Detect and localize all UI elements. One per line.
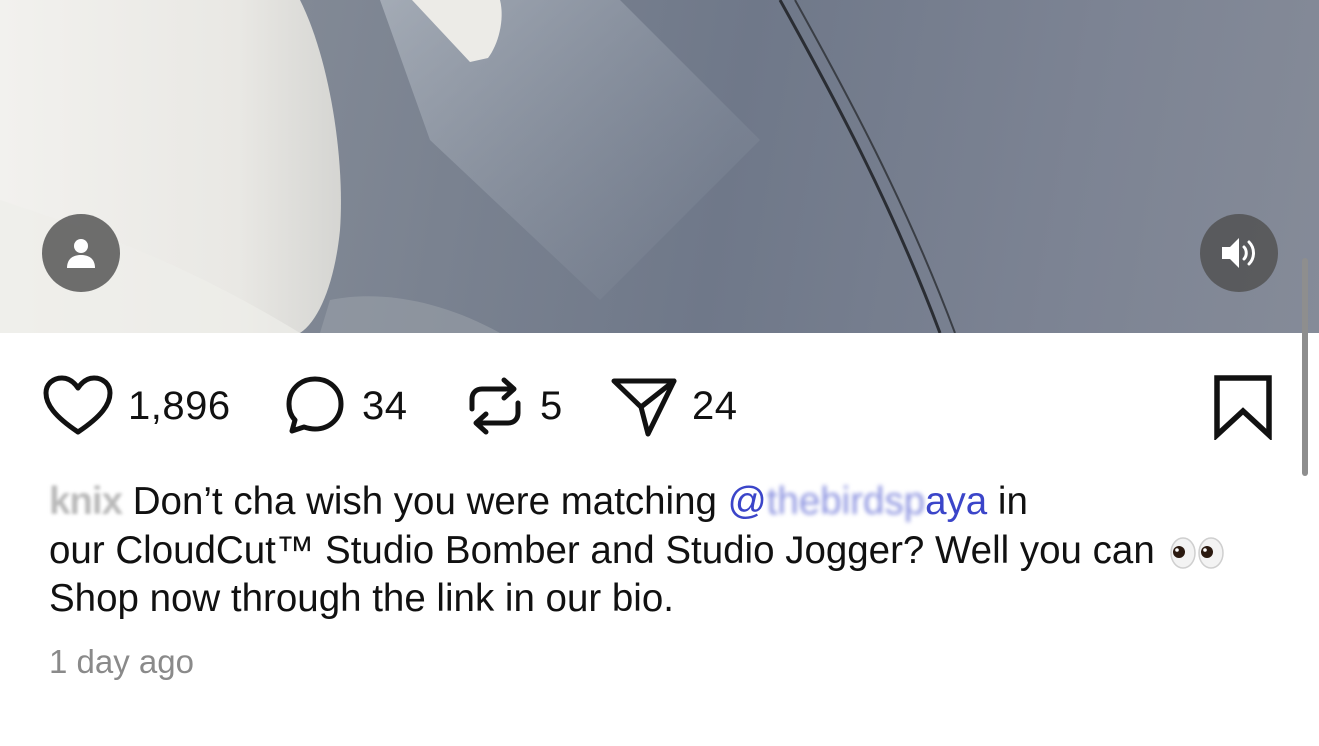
share-count: 24 xyxy=(692,383,738,428)
caption-username[interactable]: knix xyxy=(49,480,123,523)
post-page: 1,896 34 5 24 knix Don’t cha wish you we… xyxy=(0,0,1319,746)
repost-button[interactable]: 5 xyxy=(464,374,563,438)
mention-at: @ xyxy=(727,480,767,523)
sound-toggle-button[interactable] xyxy=(1200,214,1278,292)
bookmark-icon[interactable] xyxy=(1212,374,1274,440)
caption-text-start: Don’t cha wish you were matching xyxy=(122,480,728,523)
post-actions: 1,896 34 5 24 xyxy=(0,360,1319,452)
post-caption: knix Don’t cha wish you were matching @t… xyxy=(49,478,1249,624)
caption-mention[interactable]: @thebirdspaya xyxy=(728,480,988,523)
like-count: 1,896 xyxy=(128,383,231,428)
mention-suffix: aya xyxy=(925,480,988,523)
video-frame-image xyxy=(0,0,956,333)
like-button[interactable]: 1,896 xyxy=(42,374,231,438)
repost-icon xyxy=(469,377,521,435)
caption-text-end: Shop now through the link in our bio. xyxy=(49,577,674,620)
eyes-emoji-icon xyxy=(1170,536,1225,569)
caption-text-middle: our CloudCut™ Studio Bomber and Studio J… xyxy=(49,528,1166,572)
repost-count: 5 xyxy=(540,383,563,428)
user-icon xyxy=(67,239,95,268)
post-video[interactable] xyxy=(0,0,1319,333)
comment-button[interactable]: 34 xyxy=(282,374,408,438)
tagged-users-button[interactable] xyxy=(42,214,120,292)
caption-line1-end: in xyxy=(987,480,1028,523)
speaker-volume-icon xyxy=(1222,238,1255,268)
post-timestamp: 1 day ago xyxy=(49,643,194,680)
comment-bubble-icon xyxy=(286,376,344,434)
heart-icon xyxy=(43,375,113,435)
send-icon xyxy=(611,378,677,437)
mention-obscured: thebirdsp xyxy=(766,480,926,523)
share-button[interactable]: 24 xyxy=(608,374,738,438)
comment-count: 34 xyxy=(362,383,408,428)
